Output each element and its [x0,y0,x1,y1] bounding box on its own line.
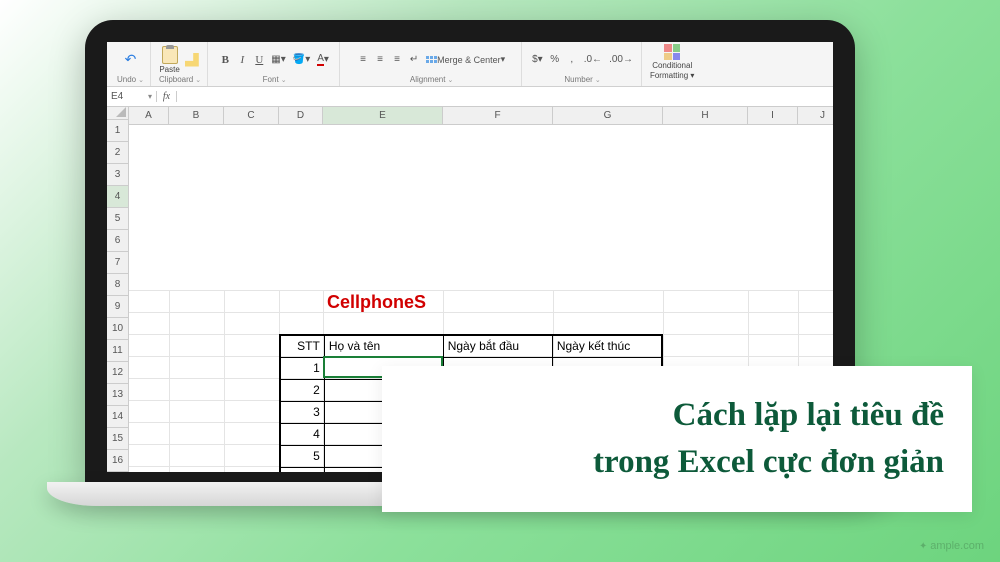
align-top-button[interactable]: ≡ [356,52,370,68]
row-header[interactable]: 6 [107,230,129,252]
merge-center-button[interactable]: Merge & Center ▾ [424,52,507,68]
caption-line-2: trong Excel cực đơn giản [410,439,944,486]
col-header[interactable]: H [663,107,748,125]
col-header[interactable]: D [279,107,323,125]
table-header: Họ và tên [324,335,443,357]
ribbon-group-styles: Conditional Formatting ▾ [644,42,700,86]
fill-color-button[interactable]: 🪣▾ [291,52,312,68]
column-headers: A B C D E F G H I J [129,107,833,290]
wrap-text-button[interactable]: ↵ [407,52,421,68]
undo-button[interactable]: ↶ [123,52,139,68]
ribbon-group-alignment: ≡ ≡ ≡ ↵ Merge & Center ▾ Alignment [342,42,522,86]
row-header[interactable]: 11 [107,340,129,362]
font-color-button[interactable]: A▾ [315,52,331,68]
row-header[interactable]: 5 [107,208,129,230]
format-painter-button[interactable] [183,52,201,68]
increase-decimal-button[interactable]: .0← [582,52,604,68]
col-header[interactable]: C [224,107,279,125]
select-all-corner[interactable] [107,107,129,120]
italic-button[interactable]: I [235,52,249,68]
bold-button[interactable]: B [218,52,232,68]
merge-icon [426,56,437,63]
undo-group-label: Undo [117,75,144,84]
col-header[interactable]: J [798,107,833,125]
conditional-formatting-button[interactable]: Conditional Formatting ▾ [650,44,694,80]
row-header[interactable]: 14 [107,406,129,428]
cond-fmt-icon [664,44,680,60]
row-header[interactable]: 9 [107,296,129,318]
row-header[interactable]: 15 [107,428,129,450]
col-header[interactable]: F [443,107,553,125]
table-cell: 2 [281,379,325,401]
underline-button[interactable]: U [252,52,266,68]
table-cell: 5 [281,445,325,467]
brush-icon [185,53,199,67]
row-header[interactable]: 8 [107,274,129,296]
name-box[interactable]: E4 [107,91,157,102]
col-header[interactable]: G [553,107,663,125]
number-group-label: Number [564,75,600,84]
table-header: Ngày kết thúc [552,335,661,357]
overlay-caption: Cách lặp lại tiêu đề trong Excel cực đơn… [382,366,972,512]
caption-line-1: Cách lặp lại tiêu đề [410,392,944,439]
clipboard-group-label: Clipboard [159,75,201,84]
table-cell: 3 [281,401,325,423]
fx-button[interactable]: fx [157,91,177,102]
ribbon-group-clipboard: Paste Clipboard [153,42,208,86]
formula-bar: E4 fx [107,87,833,107]
alignment-group-label: Alignment [410,75,453,84]
border-button[interactable]: ▦▾ [269,52,287,68]
row-header[interactable]: 4 [107,186,129,208]
row-header[interactable]: 10 [107,318,129,340]
ribbon: ↶ Undo Paste Clipboard [107,42,833,87]
col-header[interactable]: B [169,107,224,125]
row-header[interactable]: 7 [107,252,129,274]
ribbon-group-undo: ↶ Undo [111,42,151,86]
currency-button[interactable]: $▾ [530,52,545,68]
table-cell: 1 [281,357,325,379]
paste-button[interactable]: Paste [159,46,179,74]
font-group-label: Font [263,75,287,84]
col-header[interactable]: I [748,107,798,125]
sheet-title: CellphoneS [327,292,426,313]
table-cell: 4 [281,423,325,445]
col-header[interactable]: A [129,107,169,125]
align-bot-button[interactable]: ≡ [390,52,404,68]
ribbon-group-number: $▾ % , .0← .00→ Number [524,42,642,86]
row-header[interactable]: 12 [107,362,129,384]
row-header[interactable]: 2 [107,142,129,164]
row-header[interactable]: 13 [107,384,129,406]
decrease-decimal-button[interactable]: .00→ [607,52,635,68]
percent-button[interactable]: % [548,52,562,68]
table-cell: 6 [281,467,325,472]
row-headers: 1 2 3 4 5 6 7 8 9 10 11 12 13 14 [107,120,129,472]
table-header: STT [281,335,325,357]
comma-button[interactable]: , [565,52,579,68]
ribbon-group-font: B I U ▦▾ 🪣▾ A▾ Font [210,42,340,86]
row-header[interactable]: 1 [107,120,129,142]
clipboard-icon [162,46,178,64]
row-header[interactable]: 16 [107,450,129,472]
col-header[interactable]: E [323,107,443,125]
align-mid-button[interactable]: ≡ [373,52,387,68]
watermark: ample.com [919,540,984,552]
table-header: Ngày bắt đầu [443,335,552,357]
row-header[interactable]: 3 [107,164,129,186]
